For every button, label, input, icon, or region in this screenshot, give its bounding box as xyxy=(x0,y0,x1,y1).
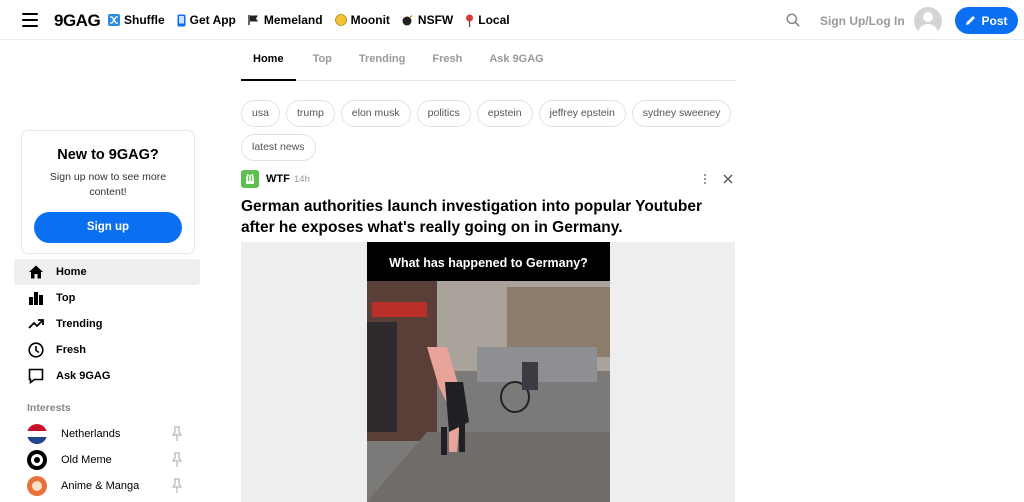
shuffle-icon xyxy=(108,14,120,26)
flag-icon xyxy=(248,15,258,25)
tag-chip[interactable]: sydney sweeney xyxy=(631,100,732,127)
nav-get-app[interactable]: Get App xyxy=(177,13,236,27)
tab-fresh[interactable]: Fresh xyxy=(432,41,462,81)
nav-label: Local xyxy=(478,13,510,27)
sidebar-item-label: Trending xyxy=(56,318,103,330)
nav-label: Memeland xyxy=(263,13,323,27)
old-meme-icon xyxy=(27,450,47,470)
anime-icon xyxy=(27,476,47,496)
sidebar-item-home[interactable]: Home xyxy=(14,259,200,285)
pin-icon[interactable] xyxy=(171,426,183,442)
nav-label: NSFW xyxy=(417,13,454,27)
tab-ask-9gag[interactable]: Ask 9GAG xyxy=(489,41,543,81)
pin-icon[interactable] xyxy=(171,452,183,468)
interest-label: Old Meme xyxy=(61,454,112,466)
wtf-section-icon[interactable] xyxy=(241,170,259,188)
signup-button[interactable]: Sign up xyxy=(34,212,182,243)
post-section-label[interactable]: WTF xyxy=(266,173,290,185)
trending-icon xyxy=(28,319,44,329)
post-button-label: Post xyxy=(981,13,1008,28)
bomb-icon xyxy=(402,15,413,26)
clock-icon xyxy=(28,342,44,358)
interest-label: Netherlands xyxy=(61,428,121,440)
sidebar-item-label: Ask 9GAG xyxy=(56,370,111,382)
tab-top[interactable]: Top xyxy=(313,41,332,81)
tag-chip[interactable]: usa xyxy=(241,100,280,127)
sidebar-item-trending[interactable]: Trending xyxy=(14,311,200,337)
sidebar-item-label: Home xyxy=(56,266,87,278)
tag-chip[interactable]: politics xyxy=(416,100,471,127)
tag-chip[interactable]: epstein xyxy=(476,100,533,127)
nav-label: Moonit xyxy=(350,13,390,27)
interest-item-anime-manga[interactable]: Anime & Manga xyxy=(14,473,200,499)
tag-chip[interactable]: jeffrey epstein xyxy=(538,100,626,127)
logo[interactable]: 9GAG xyxy=(54,11,101,31)
moon-coin-icon xyxy=(334,14,347,26)
post-title[interactable]: German authorities launch investigation … xyxy=(241,196,736,238)
video-caption: What has happened to Germany? xyxy=(367,242,610,281)
menu-icon[interactable] xyxy=(22,13,38,27)
nav-shuffle[interactable]: Shuffle xyxy=(108,13,165,27)
nav-nsfw[interactable]: NSFW xyxy=(402,13,453,27)
tab-trending[interactable]: Trending xyxy=(359,41,405,81)
search-icon[interactable] xyxy=(786,13,800,27)
home-icon xyxy=(29,265,43,279)
pencil-icon xyxy=(966,16,976,25)
signup-login-link[interactable]: Sign Up/Log In xyxy=(820,14,905,28)
sidebar-nav: Home Top Trending Fresh Ask 9GAG xyxy=(14,259,200,389)
sidebar-item-ask-9gag[interactable]: Ask 9GAG xyxy=(14,363,200,389)
interest-label: Anime & Manga xyxy=(61,480,140,492)
nav-memeland[interactable]: Memeland xyxy=(248,13,323,27)
map-pin-icon xyxy=(466,14,474,27)
sidebar-item-fresh[interactable]: Fresh xyxy=(14,337,200,363)
tag-chip[interactable]: latest news xyxy=(241,134,316,161)
interests-heading: Interests xyxy=(27,402,71,414)
signup-promo-box: New to 9GAG? Sign up now to see more con… xyxy=(21,130,195,254)
signup-promo-title: New to 9GAG? xyxy=(57,147,159,163)
post-header: WTF 14h xyxy=(241,170,736,188)
nav-local[interactable]: Local xyxy=(465,13,510,27)
signup-promo-text: Sign up now to see more content! xyxy=(49,171,167,198)
avatar[interactable] xyxy=(914,7,942,35)
pin-icon[interactable] xyxy=(171,478,183,494)
post-age: 14h xyxy=(294,174,310,185)
interests-list: Netherlands Old Meme Anime & Manga xyxy=(14,421,200,499)
nav-label: Shuffle xyxy=(124,13,165,27)
netherlands-flag-icon xyxy=(27,424,47,444)
post-media[interactable]: What has happened to Germany? xyxy=(241,242,735,502)
tab-home[interactable]: Home xyxy=(241,41,296,81)
post-button[interactable]: Post xyxy=(955,7,1018,34)
video-player[interactable]: What has happened to Germany? xyxy=(367,242,610,502)
more-options-icon[interactable] xyxy=(703,173,707,185)
top-bar: 9GAG Shuffle Get App Memeland Moonit NSF… xyxy=(0,0,1024,40)
bar-chart-icon xyxy=(29,292,43,305)
interest-item-old-meme[interactable]: Old Meme xyxy=(14,447,200,473)
feed-tabs: Home Top Trending Fresh Ask 9GAG xyxy=(241,41,736,81)
sidebar-item-label: Top xyxy=(56,292,76,304)
nav-moonit[interactable]: Moonit xyxy=(334,13,390,27)
chat-bubble-icon xyxy=(28,368,44,384)
tag-chip[interactable]: elon musk xyxy=(340,100,411,127)
interest-item-netherlands[interactable]: Netherlands xyxy=(14,421,200,447)
nav-label: Get App xyxy=(189,13,236,27)
tag-chip[interactable]: trump xyxy=(285,100,335,127)
close-icon[interactable] xyxy=(722,173,734,185)
tag-list: usa trump elon musk politics epstein jef… xyxy=(241,100,741,161)
sidebar-item-top[interactable]: Top xyxy=(14,285,200,311)
sidebar-item-label: Fresh xyxy=(56,344,86,356)
top-nav: Shuffle Get App Memeland Moonit NSFW Loc… xyxy=(108,13,510,27)
phone-icon xyxy=(177,14,186,26)
